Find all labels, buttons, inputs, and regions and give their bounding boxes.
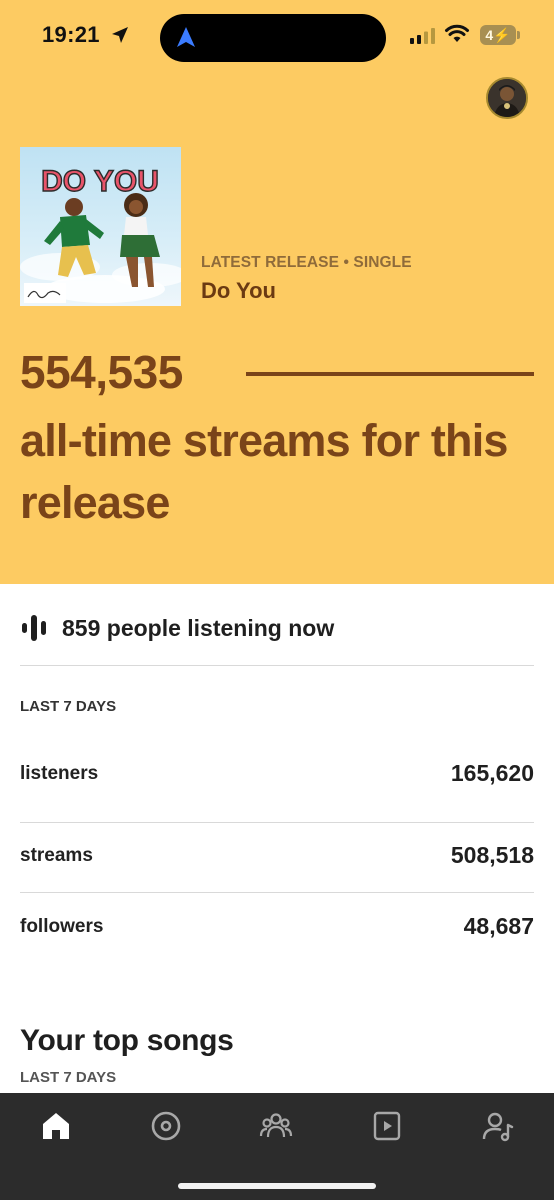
stat-row-streams[interactable]: streams 508,518	[20, 842, 534, 869]
audience-icon[interactable]	[259, 1109, 293, 1143]
profile-music-icon[interactable]	[481, 1109, 515, 1143]
release-title[interactable]: Do You	[201, 278, 276, 304]
top-songs-heading: Your top songs	[20, 1024, 234, 1057]
dynamic-island	[160, 14, 386, 62]
stat-row-listeners[interactable]: listeners 165,620	[20, 760, 534, 787]
cellular-signal-icon	[410, 28, 435, 44]
location-arrow-icon	[112, 27, 128, 43]
stat-value: 165,620	[450, 760, 534, 786]
wifi-icon	[445, 24, 469, 42]
stream-count-caption: all-time streams for this release	[20, 415, 508, 528]
stat-label: streams	[20, 844, 93, 866]
status-time: 19:21	[42, 22, 100, 47]
home-icon[interactable]	[39, 1109, 73, 1143]
profile-avatar[interactable]	[486, 77, 528, 119]
avatar-image	[488, 79, 526, 117]
stats-period-label: LAST 7 DAYS	[20, 698, 117, 715]
album-cover[interactable]: DO YOU	[20, 147, 181, 306]
divider	[20, 822, 534, 823]
battery-level: 4	[485, 27, 494, 43]
battery-indicator: 4⚡	[480, 25, 516, 45]
stat-value: 48,687	[463, 913, 534, 939]
live-audio-icon	[22, 615, 46, 641]
home-indicator[interactable]	[178, 1183, 376, 1189]
cover-title: DO YOU	[41, 165, 159, 198]
hero-section: 19:21 4⚡ DO YOU LATEST RELEASE • SINGLE …	[0, 0, 554, 584]
music-disc-icon[interactable]	[149, 1109, 183, 1143]
live-listeners-text: 859 people listening now	[62, 614, 335, 641]
navigation-arrow-icon	[177, 27, 195, 47]
stat-value: 508,518	[450, 842, 534, 868]
stat-label: listeners	[20, 762, 99, 784]
battery-nub	[517, 31, 520, 39]
stat-label: followers	[20, 915, 104, 937]
live-listeners-row: 859 people listening now	[20, 610, 334, 646]
stat-row-followers[interactable]: followers 48,687	[20, 913, 534, 940]
top-songs-period-label: LAST 7 DAYS	[20, 1069, 117, 1086]
status-bar: 19:21 4⚡	[0, 0, 554, 74]
release-type-label: LATEST RELEASE • SINGLE	[201, 254, 412, 271]
album-artwork: DO YOU	[20, 164, 181, 303]
divider	[20, 892, 534, 893]
divider	[20, 665, 534, 666]
decorative-rule	[246, 372, 534, 376]
all-time-stream-count: 554,535	[20, 346, 183, 398]
video-icon[interactable]	[370, 1109, 404, 1143]
